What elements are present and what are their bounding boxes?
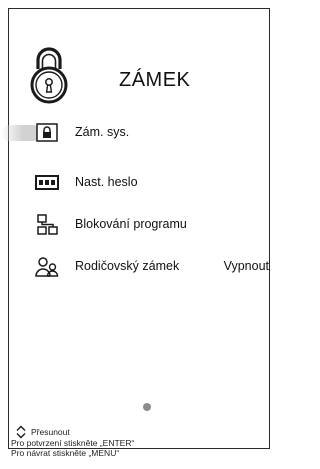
parents-icon	[35, 257, 59, 277]
parental-lock-value: Vypnout	[223, 259, 269, 273]
page-dot-icon	[143, 403, 151, 411]
up-down-arrows-icon	[16, 425, 26, 439]
menu-item-label: Zám. sys.	[75, 125, 130, 139]
padlock-icon	[30, 47, 68, 104]
hint-back-text: Pro návrat stiskněte „MENU“	[11, 448, 120, 458]
hint-confirm-text: Pro potvrzení stiskněte „ENTER“	[11, 438, 135, 448]
hint-move: Přesunout	[11, 425, 269, 439]
menu-item-parental-lock[interactable]: Rodičovský zámek Vypnout	[9, 255, 269, 279]
menu-item-label: Blokování programu	[75, 217, 187, 231]
lock-menu-panel: ZÁMEK Zám. sys. Nast. heslo Blokování pr…	[1, 8, 270, 449]
help-hints: Přesunout Pro potvrzení stiskněte „ENTER…	[11, 425, 269, 458]
program-block-icon	[37, 214, 58, 235]
lock-small-icon	[36, 123, 58, 142]
menu-item-label: Rodičovský zámek	[75, 259, 180, 273]
hint-move-text: Přesunout	[31, 427, 70, 437]
password-dots-icon	[35, 175, 59, 190]
menu-item-program-block[interactable]: Blokování programu	[9, 213, 269, 237]
menu-header: ZÁMEK	[9, 41, 269, 111]
menu-item-set-password[interactable]: Nast. heslo	[9, 171, 269, 195]
menu-item-label: Nast. heslo	[75, 175, 138, 189]
menu-item-system-lock[interactable]: Zám. sys.	[1, 121, 269, 145]
page-title: ZÁMEK	[119, 69, 191, 91]
